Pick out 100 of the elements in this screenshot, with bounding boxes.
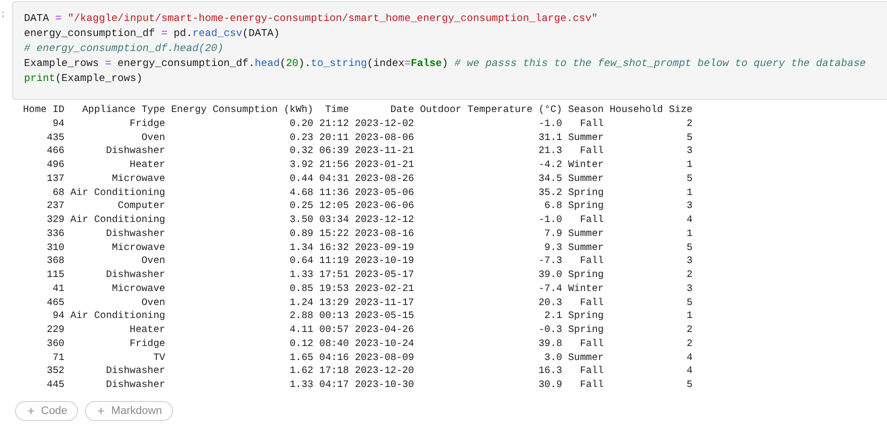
table-cell: Air Conditioning	[70, 213, 166, 227]
table-cell: 21:12	[319, 116, 349, 130]
table-cell: 2023-06-06	[354, 199, 414, 213]
add-cell-button[interactable]: Code	[15, 400, 78, 421]
execution-prompt: :	[0, 9, 8, 23]
table-cell-text: 237	[46, 199, 64, 213]
table-cell-text: 5	[686, 296, 693, 310]
table-cell: Summer	[568, 240, 604, 254]
column-header: Home ID	[23, 103, 64, 117]
table-cell-text: 137	[46, 172, 64, 186]
table-cell-text: 115	[46, 268, 64, 282]
table-cell-text: 435	[46, 130, 64, 144]
table-cell: 17:18	[319, 364, 349, 378]
table-cell-text: 41	[52, 282, 64, 296]
table-cell-text: Microwave	[110, 240, 166, 254]
table-cell-text: -1.0	[537, 116, 562, 130]
table-cell: 2023-05-15	[354, 309, 414, 323]
table-cell-text: Dishwasher	[104, 268, 166, 282]
table-cell-text: Dishwasher	[104, 378, 166, 392]
table-cell: 08:40	[319, 336, 349, 350]
table-cell: Spring	[568, 268, 604, 282]
table-cell-text: 0.85	[288, 282, 314, 296]
table-cell-text: Fall	[578, 116, 604, 130]
table-cell-text: 20.3	[537, 296, 562, 310]
table-cell-text: 34.5	[537, 172, 562, 186]
table-cell: 04:16	[319, 350, 349, 364]
table-cell: 2023-02-21	[354, 282, 414, 296]
table-cell-text: 5	[686, 378, 693, 392]
table-cell-text: 68	[52, 186, 64, 200]
table-cell: 16:32	[319, 240, 349, 254]
table-cell-text: Fall	[578, 296, 604, 310]
table-cell-text: Heater	[128, 323, 166, 337]
table-cell-text: Fall	[578, 336, 604, 350]
table-cell: 2023-01-21	[354, 158, 414, 172]
table-cell-text: TV	[152, 350, 166, 364]
table-cell: 2023-09-19	[354, 240, 414, 254]
table-cell-text: -1.0	[537, 213, 562, 227]
table-cell-text: 2	[686, 268, 693, 282]
table-cell-text: 1.33	[288, 378, 314, 392]
table-cell-text: 445	[46, 378, 64, 392]
table-cell: 2023-08-09	[354, 350, 414, 364]
table-cell-text: 3	[686, 144, 693, 158]
table-cell-text: 7.9	[543, 226, 562, 240]
table-cell: Spring	[568, 199, 604, 213]
table-cell-text: 3	[686, 282, 693, 296]
table-cell-text: 1	[686, 226, 693, 240]
table-cell-text: Oven	[140, 296, 166, 310]
table-cell-text: Fall	[578, 364, 604, 378]
table-cell-text: 4.11	[288, 323, 314, 337]
add-cell-button[interactable]: Markdown	[85, 400, 174, 421]
code-line: energy_consumption_df = pd.read_csv(DATA)	[24, 27, 281, 42]
table-cell: 19:53	[319, 282, 349, 296]
table-cell: Summer	[568, 350, 604, 364]
table-cell-text: -4.2	[537, 158, 562, 172]
column-header: Household Size	[610, 103, 693, 117]
table-cell: 2023-10-24	[354, 336, 414, 350]
table-cell-text: 0.44	[288, 172, 314, 186]
table-cell-text: 2	[686, 336, 693, 350]
table-cell: 21:56	[319, 158, 349, 172]
column-header: Date	[389, 103, 414, 117]
table-cell-text: 310	[46, 240, 64, 254]
plus-icon	[26, 406, 36, 416]
table-cell-text: 0.25	[288, 199, 314, 213]
table-cell: 00:13	[319, 309, 349, 323]
code-line: Example_rows = energy_consumption_df.head(20).to_string(index=False) # we passs this to the few_shot_prompt below to query the database	[24, 57, 867, 72]
table-cell: Summer	[568, 226, 604, 240]
table-cell-text: 0.89	[288, 226, 314, 240]
table-cell-text: 2	[686, 323, 693, 337]
table-cell-text: Fall	[578, 378, 604, 392]
table-cell: Winter	[568, 282, 604, 296]
table-cell-text: Fridge	[128, 336, 166, 350]
table-cell-text: 2.1	[543, 309, 562, 323]
table-cell-text: 0.64	[288, 254, 314, 268]
code-line: DATA = "/kaggle/input/smart-home-energy-consumption/smart_home_energy_consumption_large.csv"	[24, 12, 599, 27]
column-header: Outdoor Temperature (°C)	[420, 103, 562, 117]
table-cell-text: 5	[686, 240, 693, 254]
table-cell-text: 39.0	[537, 268, 562, 282]
table-cell-text: 3.92	[288, 158, 314, 172]
column-header: Time	[324, 103, 349, 117]
table-cell: Spring	[568, 323, 604, 337]
table-cell: 2023-12-02	[354, 116, 414, 130]
table-cell-text: 39.8	[537, 336, 562, 350]
code-cell[interactable]	[12, 1, 887, 100]
table-cell-text: 71	[52, 350, 64, 364]
table-cell-text: 16.3	[537, 364, 562, 378]
table-cell-text: 30.9	[537, 378, 562, 392]
table-cell-text: 9.3	[543, 240, 562, 254]
table-cell: 2023-05-17	[354, 268, 414, 282]
table-cell-text: 4	[686, 350, 693, 364]
table-cell-text: Heater	[128, 158, 166, 172]
table-cell-text: 94	[52, 309, 64, 323]
table-cell-text: 94	[52, 116, 64, 130]
table-cell: 06:39	[319, 144, 349, 158]
table-cell-text: 466	[46, 144, 64, 158]
table-cell-text: 496	[46, 158, 64, 172]
table-cell: 2023-08-06	[354, 130, 414, 144]
table-cell: Air Conditioning	[70, 309, 166, 323]
table-cell-text: -7.3	[537, 254, 562, 268]
table-cell: 04:31	[319, 172, 349, 186]
table-cell-text: 0.12	[288, 336, 314, 350]
